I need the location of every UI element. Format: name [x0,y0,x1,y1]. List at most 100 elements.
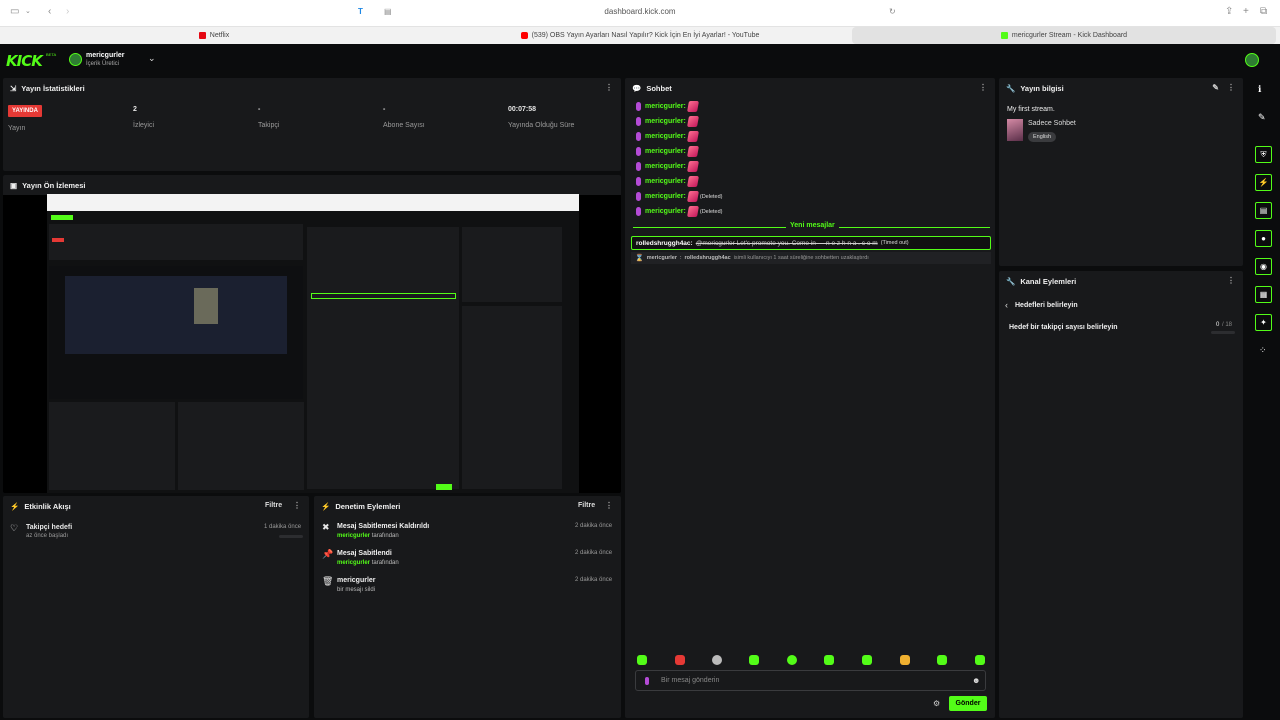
preview-moderation [178,402,304,490]
more-icon[interactable]: ⋮ [605,501,613,510]
add-widget-icon[interactable]: ⁘ [1259,345,1267,356]
translate-icon[interactable]: T [358,7,363,17]
user-menu-avatar[interactable] [1245,53,1259,67]
chat-message[interactable]: mericgurler: (Deleted) [636,191,722,202]
chat-username[interactable]: mericgurler: [645,133,686,140]
preview-browser-bar [47,194,579,211]
chat-username[interactable]: mericgurler: [645,118,686,125]
more-icon[interactable]: ⋮ [979,83,987,92]
chat-username[interactable]: rolledshruggh4ac: [636,240,693,247]
panel-title: Kanal Eylemleri [1020,276,1077,286]
emote-icon[interactable] [862,655,872,665]
timed-out-message[interactable]: rolledshruggh4ac: @mericgurler Let's pro… [631,236,991,250]
reader-icon[interactable]: ▤ [384,7,392,17]
emote-icon[interactable] [937,655,947,665]
chat-username[interactable]: mericgurler: [645,208,686,215]
chat-username[interactable]: mericgurler: [645,163,686,170]
gear-icon[interactable]: ⚙ [933,699,940,708]
tab-label: mericgurler Stream - Kick Dashboard [1011,32,1128,39]
emoji-icon[interactable]: ☻ [972,676,980,685]
chat-username[interactable]: mericgurler: [645,178,686,185]
emote-icon[interactable] [900,655,910,665]
chevron-down-icon[interactable]: ⌄ [25,7,31,17]
chat-message[interactable]: mericgurler: [636,161,699,172]
chat-message[interactable]: mericgurler: [636,176,699,187]
avatar[interactable] [69,53,82,66]
viewers-value: 2 [133,106,137,113]
kick-logo[interactable]: KICK [6,52,43,70]
emote-icon[interactable] [787,655,797,665]
badge-icon [636,132,641,141]
stats-icon: ⇲ [10,83,17,93]
moderation-suffix: bir mesajı sildi [337,587,376,593]
more-icon[interactable]: ⋮ [1227,276,1235,285]
stream-info-panel: 🔧 Yayın bilgisi ✎ ⋮ My first stream. Sad… [999,78,1243,266]
emote-icon[interactable] [675,655,685,665]
emote-icon[interactable] [975,655,985,665]
subs-label: Abone Sayısı [383,122,425,129]
moderation-title: mericgurler [337,577,376,584]
panel-title: Yayın Ön İzlemesi [22,180,86,190]
broadcast-icon[interactable]: ◉ [1255,258,1272,275]
duration-label: Yayında Olduğu Süre [508,122,575,129]
live-badge: YAYINDA [8,105,42,117]
more-icon[interactable]: ⋮ [1227,83,1235,92]
share-icon[interactable]: ⇪ [1225,7,1233,17]
shield-icon[interactable]: ⛨ [1255,146,1272,163]
emote-icon[interactable] [637,655,647,665]
wrench-icon[interactable]: ✦ [1255,314,1272,331]
emote-icon[interactable] [712,655,722,665]
set-goals-title[interactable]: Hedefleri belirleyin [1015,302,1078,309]
panel-header: 🔧 Yayın bilgisi ✎ ⋮ [999,78,1243,98]
address-bar[interactable]: dashboard.kick.com [540,7,740,16]
emote-icon [686,161,699,172]
filter-button[interactable]: Filtre [265,502,282,509]
bolt-icon[interactable]: ⚡ [1255,174,1272,191]
emote-icon [686,131,699,142]
tab-youtube[interactable]: (539) OBS Yayın Ayarları Nasıl Yapılır? … [428,27,852,44]
back-icon[interactable]: ‹ [48,7,51,17]
more-icon[interactable]: ⋮ [605,83,613,92]
chat-message[interactable]: mericgurler: [636,116,699,127]
chat-username[interactable]: mericgurler: [645,193,686,200]
panel-title: Sohbet [646,83,672,93]
chat-message[interactable]: mericgurler: (Deleted) [636,206,722,217]
preview-inner-image [194,288,218,324]
send-button[interactable]: Gönder [949,696,987,711]
chat-message[interactable]: mericgurler: [636,131,699,142]
chat-input[interactable]: Bir mesaj gönderin ☻ [635,670,986,691]
edit-icon[interactable]: ✎ [1212,83,1219,92]
chevron-down-icon[interactable]: ⌄ [148,53,156,64]
follower-goal-label[interactable]: Hedef bir takipçi sayısı belirleyin [1009,324,1118,331]
chat-message[interactable]: mericgurler: [636,146,699,157]
more-icon[interactable]: ⋮ [293,501,301,510]
emote-icon[interactable] [824,655,834,665]
progress-bar [279,535,303,538]
layout-icon[interactable]: ▦ [1255,286,1272,303]
youtube-icon [520,32,528,39]
emote-icon[interactable] [749,655,759,665]
forward-icon[interactable]: › [66,7,69,17]
edit-icon[interactable]: ✎ [1258,112,1266,123]
filter-button[interactable]: Filtre [578,502,595,509]
chat-message[interactable]: mericgurler: [636,101,699,112]
badge-icon [636,207,641,216]
chat-username[interactable]: mericgurler: [645,148,686,155]
unpin-icon: ✖ [322,522,330,532]
tab-overview-icon[interactable]: ⧉ [1260,7,1267,17]
tab-kick-dashboard[interactable]: mericgurler Stream - Kick Dashboard [852,27,1276,44]
moderation-time: 2 dakika önce [575,550,613,556]
back-icon[interactable]: ‹ [1005,300,1008,310]
bolt-icon: ⚡ [10,501,20,511]
document-icon[interactable]: ▤ [1255,202,1272,219]
chat-username[interactable]: mericgurler: [645,103,686,110]
chat-icon[interactable]: ● [1255,230,1272,247]
sidebar-toggle-icon[interactable]: ▭ [10,7,19,17]
reload-icon[interactable]: ↻ [889,7,896,17]
moderator-name: mericgurler [337,533,371,539]
tab-netflix[interactable]: Netflix [0,27,428,44]
goal-target: / 18 [1222,322,1233,328]
info-icon[interactable]: ℹ [1258,84,1261,95]
new-tab-icon[interactable]: + [1243,7,1249,17]
video-preview[interactable] [47,194,579,493]
